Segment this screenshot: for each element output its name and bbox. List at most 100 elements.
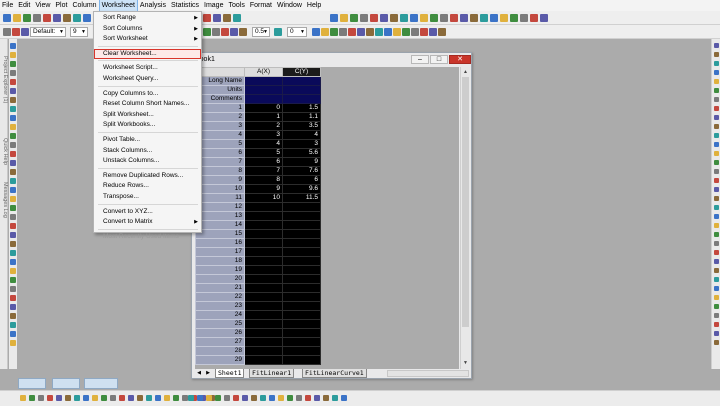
- pointer-icon[interactable]: [10, 259, 16, 265]
- save-icon[interactable]: [500, 14, 508, 22]
- align-icon[interactable]: [221, 28, 229, 36]
- text-tool-icon[interactable]: [10, 106, 16, 112]
- table-cell[interactable]: 4: [244, 139, 283, 149]
- plot-icon[interactable]: [400, 14, 408, 22]
- results-icon[interactable]: [430, 14, 438, 22]
- menu-image[interactable]: Image: [202, 0, 225, 11]
- restore-button[interactable]: □: [430, 55, 448, 64]
- bottom-toolbar-icon[interactable]: [20, 395, 26, 401]
- fill-color-icon[interactable]: [348, 28, 356, 36]
- table-cell[interactable]: [282, 337, 321, 347]
- right-toolbar-icon[interactable]: [714, 232, 719, 237]
- script-icon[interactable]: [390, 14, 398, 22]
- table-cell[interactable]: 7: [244, 166, 283, 176]
- bottom-toolbar-icon[interactable]: [56, 395, 62, 401]
- arrow-tool-icon[interactable]: [10, 331, 16, 337]
- table-cell[interactable]: [244, 337, 283, 347]
- open-icon[interactable]: [43, 14, 51, 22]
- line-color-icon[interactable]: [429, 28, 437, 36]
- data-reader-icon[interactable]: [10, 295, 16, 301]
- scroll-up-icon[interactable]: ▲: [461, 68, 470, 76]
- table-cell[interactable]: 1.5: [282, 103, 321, 113]
- table-cell[interactable]: [282, 238, 321, 248]
- bottom-toolbar-icon[interactable]: [164, 395, 170, 401]
- right-toolbar-icon[interactable]: [714, 88, 719, 93]
- table-cell[interactable]: [244, 202, 283, 212]
- table-cell[interactable]: [282, 211, 321, 221]
- new-matrix-icon[interactable]: [213, 14, 221, 22]
- right-toolbar-icon[interactable]: [714, 295, 719, 300]
- messages-log-tab[interactable]: Messages Log: [0, 175, 8, 225]
- tab-sheet1[interactable]: Sheet1: [215, 369, 245, 378]
- table-cell[interactable]: [282, 202, 321, 212]
- row-header[interactable]: 20: [195, 274, 245, 284]
- right-toolbar-icon[interactable]: [714, 214, 719, 219]
- meta-cell[interactable]: [244, 85, 283, 95]
- row-header[interactable]: 19: [195, 265, 245, 275]
- right-toolbar-icon[interactable]: [714, 52, 719, 57]
- tab-next-icon[interactable]: ▶: [204, 369, 212, 378]
- bottom-toolbar-icon[interactable]: [47, 395, 53, 401]
- table-cell[interactable]: 11.5: [282, 193, 321, 203]
- import-icon[interactable]: [510, 14, 518, 22]
- print-icon[interactable]: [340, 14, 348, 22]
- rotate-icon[interactable]: [239, 28, 247, 36]
- table-cell[interactable]: [244, 310, 283, 320]
- table-cell[interactable]: [244, 211, 283, 221]
- table-cell[interactable]: [282, 220, 321, 230]
- menu-worksheet[interactable]: Worksheet: [98, 0, 138, 12]
- table-cell[interactable]: [244, 283, 283, 293]
- bottom-toolbar-icon[interactable]: [242, 395, 248, 401]
- bottom-toolbar-icon[interactable]: [119, 395, 125, 401]
- scale-icon[interactable]: [10, 277, 16, 283]
- close-button[interactable]: ✕: [449, 55, 471, 64]
- row-header[interactable]: 26: [195, 328, 245, 338]
- table-cell[interactable]: 3: [282, 139, 321, 149]
- meta-row-header[interactable]: Comments: [195, 94, 245, 104]
- table-cell[interactable]: [244, 238, 283, 248]
- menu-item-sort-columns[interactable]: Sort Columns ▶: [94, 24, 201, 34]
- table-cell[interactable]: 0: [244, 103, 283, 113]
- minimize-button[interactable]: –: [411, 55, 429, 64]
- table-cell[interactable]: [282, 265, 321, 275]
- bottom-toolbar-icon[interactable]: [137, 395, 143, 401]
- pointer-icon[interactable]: [10, 151, 16, 157]
- right-toolbar-icon[interactable]: [714, 97, 719, 102]
- menu-item-unstack-columns[interactable]: Unstack Columns...: [94, 156, 201, 166]
- table-cell[interactable]: [244, 274, 283, 284]
- rectangle-tool-icon[interactable]: [10, 133, 16, 139]
- bottom-toolbar-icon[interactable]: [215, 395, 221, 401]
- table-cell[interactable]: [282, 346, 321, 356]
- project-explorer-tab[interactable]: Project Explorer (1): [0, 45, 8, 115]
- table-cell[interactable]: [244, 265, 283, 275]
- menu-item-split-workbooks[interactable]: Split Workbooks...: [94, 120, 201, 130]
- right-toolbar-icon[interactable]: [714, 259, 719, 264]
- bottom-toolbar-icon[interactable]: [128, 395, 134, 401]
- layer-icon[interactable]: [420, 14, 428, 22]
- italic-icon[interactable]: [402, 28, 410, 36]
- line-tool-icon[interactable]: [10, 340, 16, 346]
- right-toolbar-icon[interactable]: [714, 70, 719, 75]
- bottom-toolbar-icon[interactable]: [269, 395, 275, 401]
- screen-reader-icon[interactable]: [10, 178, 16, 184]
- table-cell[interactable]: 1: [244, 112, 283, 122]
- vertical-scrollbar[interactable]: ▲ ▼: [460, 67, 470, 369]
- table-cell[interactable]: [244, 220, 283, 230]
- table-cell[interactable]: 9: [244, 184, 283, 194]
- menu-file[interactable]: File: [0, 0, 15, 11]
- table-cell[interactable]: [282, 301, 321, 311]
- font-color-icon[interactable]: [330, 28, 338, 36]
- scroll-thumb[interactable]: [462, 77, 469, 327]
- row-header[interactable]: 14: [195, 220, 245, 230]
- table-cell[interactable]: [282, 283, 321, 293]
- row-header[interactable]: 12: [195, 202, 245, 212]
- italic-icon[interactable]: [12, 28, 20, 36]
- horizontal-scrollbar[interactable]: [387, 370, 469, 377]
- bold-icon[interactable]: [274, 28, 282, 36]
- table-cell[interactable]: 10: [244, 193, 283, 203]
- row-header[interactable]: 28: [195, 346, 245, 356]
- scroll-down-icon[interactable]: ▼: [461, 359, 470, 367]
- copy-icon[interactable]: [83, 14, 91, 22]
- bottom-toolbar-icon[interactable]: [38, 395, 44, 401]
- workbook-window[interactable]: Book1 – □ ✕ A(X) C(Y) Long Name Units Commen…: [191, 52, 472, 379]
